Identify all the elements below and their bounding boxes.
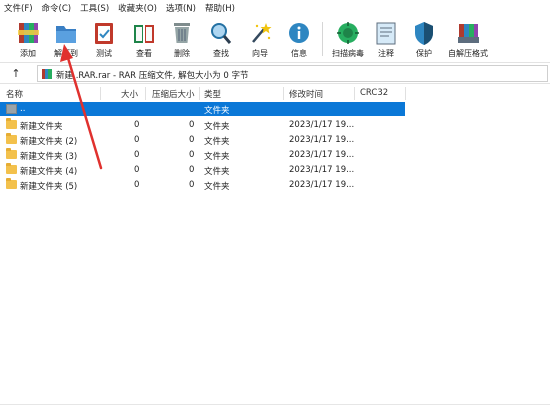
column-divider <box>405 87 406 100</box>
column-divider <box>199 87 200 100</box>
status-divider <box>0 404 550 405</box>
folder-icon <box>6 178 17 189</box>
up-arrow-icon[interactable]: ↑ <box>8 66 24 81</box>
archive-path-field[interactable]: 新建 .RAR.rar - RAR 压缩文件, 解包大小为 0 字节 <box>37 65 548 82</box>
folder-icon <box>6 133 17 144</box>
column-type[interactable]: 类型 <box>204 88 221 100</box>
sfx-button[interactable]: 自解压格式 <box>448 18 488 60</box>
address-bar: ↑ 新建 .RAR.rar - RAR 压缩文件, 解包大小为 0 字节 <box>0 62 550 84</box>
wizard-button[interactable]: 向导 <box>240 18 280 60</box>
test-button[interactable]: 测试 <box>84 18 124 60</box>
column-header: 名称 大小 压缩后大小 类型 修改时间 CRC32 <box>0 86 550 100</box>
table-row[interactable]: 新建文件夹 (2) 0 0 文件夹 2023/1/17 19... <box>0 133 405 147</box>
shield-icon <box>415 22 433 45</box>
menu-commands[interactable]: 命令(C) <box>42 2 72 14</box>
menu-file[interactable]: 文件(F) <box>4 2 33 14</box>
toolbar-separator <box>322 22 323 56</box>
book-view-icon <box>134 25 154 43</box>
folder-icon <box>6 163 17 174</box>
folder-icon <box>6 118 17 129</box>
toolbar: 添加 解压到 测试 查看 删除 查找 向导 信息 扫描病毒 注释 保护 自解压格… <box>0 16 550 62</box>
magnifier-icon <box>211 23 232 44</box>
magic-wand-icon <box>252 23 272 43</box>
folder-icon <box>6 148 17 159</box>
menu-help[interactable]: 帮助(H) <box>205 2 235 14</box>
column-packed-size[interactable]: 压缩后大小 <box>152 88 195 100</box>
table-row[interactable]: 新建文件夹 (3) 0 0 文件夹 2023/1/17 19... <box>0 148 405 162</box>
info-icon <box>289 23 309 43</box>
info-button[interactable]: 信息 <box>279 18 319 60</box>
column-divider <box>145 87 146 100</box>
column-divider <box>283 87 284 100</box>
table-row[interactable]: 新建文件夹 (4) 0 0 文件夹 2023/1/17 19... <box>0 163 405 177</box>
protect-button[interactable]: 保护 <box>404 18 444 60</box>
table-row-parent[interactable]: .. 文件夹 <box>0 102 405 116</box>
sfx-archive-icon <box>458 24 479 43</box>
column-name[interactable]: 名称 <box>6 88 23 100</box>
comment-icon <box>376 22 396 45</box>
archive-path-text: 新建 .RAR.rar - RAR 压缩文件, 解包大小为 0 字节 <box>56 71 249 81</box>
table-row[interactable]: 新建文件夹 0 0 文件夹 2023/1/17 19... <box>0 118 405 132</box>
delete-button[interactable]: 删除 <box>162 18 202 60</box>
test-clipboard-icon <box>95 23 113 44</box>
column-divider <box>354 87 355 100</box>
rar-file-icon <box>42 69 52 79</box>
virus-scan-icon <box>337 22 359 44</box>
menu-tools[interactable]: 工具(S) <box>80 2 109 14</box>
menu-options[interactable]: 选项(N) <box>166 2 196 14</box>
add-archive-icon <box>18 23 39 43</box>
folder-extract-icon <box>56 26 76 43</box>
column-modified[interactable]: 修改时间 <box>289 88 323 100</box>
parent-folder-icon <box>6 104 17 114</box>
column-size[interactable]: 大小 <box>121 88 138 100</box>
table-row[interactable]: 新建文件夹 (5) 0 0 文件夹 2023/1/17 19... <box>0 178 405 192</box>
column-crc32[interactable]: CRC32 <box>360 88 388 98</box>
column-divider <box>100 87 101 100</box>
menu-bar: 文件(F) 命令(C) 工具(S) 收藏夹(O) 选项(N) 帮助(H) <box>0 0 550 16</box>
trash-icon <box>174 23 190 43</box>
find-button[interactable]: 查找 <box>201 18 241 60</box>
menu-favorites[interactable]: 收藏夹(O) <box>118 2 157 14</box>
